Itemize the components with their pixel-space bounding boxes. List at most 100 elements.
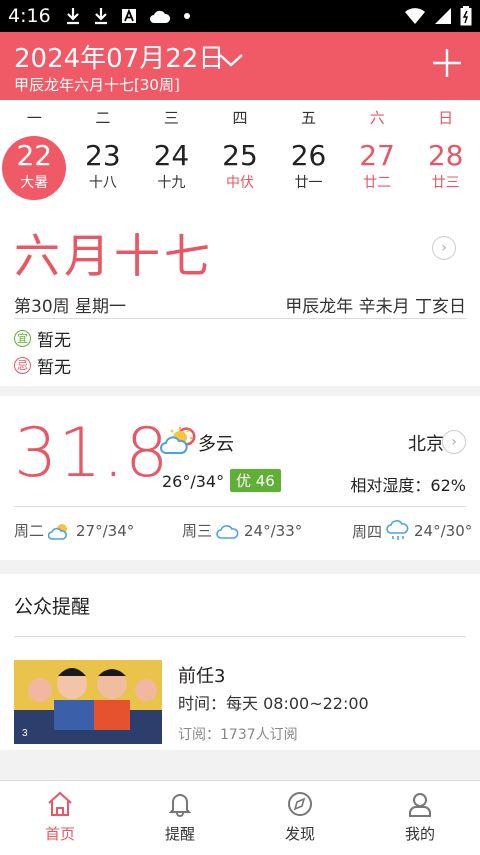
day-lunar: 十九	[157, 175, 186, 191]
day-lunar: 中伏	[225, 175, 254, 191]
day-lunar: 廿三	[431, 175, 460, 191]
bell-icon	[168, 794, 192, 817]
day-cell[interactable]: 25 中伏	[206, 134, 275, 200]
day-number: 22	[16, 139, 53, 172]
forecast-temp: 24°/33°	[244, 521, 303, 540]
notification-icons	[65, 7, 191, 25]
text-a-icon	[121, 8, 136, 23]
weekday-label: 六	[369, 108, 385, 127]
weekday-label: 二	[95, 108, 111, 127]
day-cell[interactable]: 24 十九	[137, 134, 206, 200]
svg-text:3: 3	[22, 728, 28, 739]
day-number: 28	[427, 139, 464, 172]
weather-condition: 多云	[198, 434, 234, 455]
subscribe-count: 订阅：1737人订阅	[178, 727, 298, 743]
date-info-card[interactable]: 六月十七 › 第30周 星期一 甲辰龙年 辛未月 丁亥日 宜 暂无 忌 暂无	[0, 204, 480, 386]
yi-badge-icon: 宜	[14, 330, 31, 347]
day-lunar: 大暑	[20, 175, 49, 191]
days-row: 22 大暑 23 十八 24 十九 25 中伏 26 廿一 27 廿二 28 廿…	[0, 134, 480, 200]
chevron-down-icon[interactable]	[218, 52, 244, 72]
section-title: 公众提醒	[14, 596, 91, 618]
forecast-day: 周四	[352, 522, 383, 541]
chevron-right-icon[interactable]: ›	[442, 430, 466, 454]
humidity: 相对湿度：62%	[350, 476, 466, 495]
ji-badge-icon: 忌	[14, 357, 31, 374]
tab-label: 提醒	[164, 825, 195, 843]
aqi-badge: 优 46	[230, 469, 281, 492]
day-cell-selected[interactable]: 22 大暑	[0, 134, 69, 200]
weekday-label: 四	[232, 108, 248, 127]
weekday-header: 一 二 三 四 五 六 日	[0, 100, 480, 134]
day-number: 26	[290, 139, 327, 172]
download-icon	[66, 8, 79, 25]
week-calendar: 一 二 三 四 五 六 日 22 大暑 23 十八 24 十九 25 中伏 26…	[0, 100, 480, 204]
week-info: 第30周 星期一	[14, 297, 127, 317]
day-cell[interactable]: 28 廿三	[411, 134, 480, 200]
tab-label: 首页	[44, 825, 75, 843]
ganzhi-info: 甲辰龙年 辛未月 丁亥日	[285, 297, 466, 317]
forecast-item: 周二 27°/34°	[14, 520, 134, 541]
signal-icon	[435, 8, 451, 24]
forecast-temp: 27°/34°	[76, 521, 135, 540]
battery-icon	[460, 6, 472, 26]
tab-mine[interactable]: 我的	[360, 781, 480, 855]
tab-home[interactable]: 首页	[0, 781, 120, 855]
temperature-range: 26°/34°	[162, 472, 225, 491]
weekday-label: 五	[301, 108, 317, 127]
tab-label: 我的	[404, 825, 435, 843]
tab-label: 发现	[284, 825, 315, 843]
day-number: 27	[359, 139, 395, 172]
partly-cloudy-icon	[160, 427, 193, 454]
calendar-header: 2024年07月22日 甲辰龙年六月十七[30周]	[0, 32, 480, 100]
divider	[14, 506, 466, 507]
header-lunar-date: 甲辰龙年六月十七[30周]	[14, 76, 180, 94]
plus-icon	[433, 49, 461, 77]
divider	[14, 318, 466, 319]
forecast-temp: 24°/30°	[414, 522, 473, 540]
weekday-label: 三	[163, 108, 179, 127]
day-lunar: 廿二	[363, 175, 392, 191]
add-button[interactable]	[432, 48, 462, 82]
cloud-icon	[216, 524, 239, 539]
status-bar: 4:16	[0, 0, 480, 32]
rain-icon	[386, 520, 409, 540]
day-number: 23	[85, 139, 121, 172]
divider	[14, 636, 466, 637]
dot-icon	[183, 13, 190, 19]
ji-text: 暂无	[37, 358, 71, 378]
yi-text: 暂无	[37, 331, 71, 351]
day-number: 24	[153, 139, 190, 172]
lunar-date-big: 六月十七	[14, 229, 214, 283]
partly-cloudy-icon	[48, 523, 68, 540]
home-icon	[48, 791, 72, 816]
wifi-icon	[405, 8, 425, 24]
compass-icon	[288, 792, 312, 816]
day-cell[interactable]: 27 廿二	[343, 134, 412, 200]
chevron-right-icon[interactable]: ›	[432, 236, 456, 260]
header-date[interactable]: 2024年07月22日	[14, 38, 224, 75]
forecast-item: 周三 24°/33°	[182, 520, 302, 541]
show-thumbnail[interactable]: 3	[14, 660, 162, 744]
tab-reminder[interactable]: 提醒	[120, 781, 240, 855]
day-cell[interactable]: 26 廿一	[274, 134, 343, 200]
city-name[interactable]: 北京	[408, 430, 444, 456]
show-time: 时间：每天 08:00~22:00	[178, 694, 369, 713]
day-number: 25	[222, 139, 258, 172]
day-lunar: 廿一	[294, 175, 323, 191]
public-reminder-card: 公众提醒 3 前任3 时间：每天 08:00~22:00 订阅：1737人订阅	[0, 574, 480, 750]
day-lunar: 十八	[88, 175, 117, 191]
forecast-day: 周二	[14, 522, 45, 540]
yi-row: 宜 暂无	[14, 326, 71, 351]
user-icon	[409, 793, 431, 817]
show-title[interactable]: 前任3	[178, 662, 225, 688]
cloud-status-icon	[149, 10, 170, 23]
forecast-item: 周四 24°/30°	[352, 520, 472, 542]
tab-discover[interactable]: 发现	[240, 781, 360, 855]
download-icon	[94, 8, 107, 25]
day-cell[interactable]: 23 十八	[69, 134, 138, 200]
weekday-label: 日	[438, 108, 454, 127]
weather-card[interactable]: 31.8° 多云 北京 › 26°/34° 优 46 相对湿度：62% 周二 2…	[0, 396, 480, 560]
ji-row: 忌 暂无	[14, 353, 71, 378]
weekday-label: 一	[26, 108, 42, 127]
bottom-tab-bar: 首页 提醒 发现 我的	[0, 780, 480, 855]
